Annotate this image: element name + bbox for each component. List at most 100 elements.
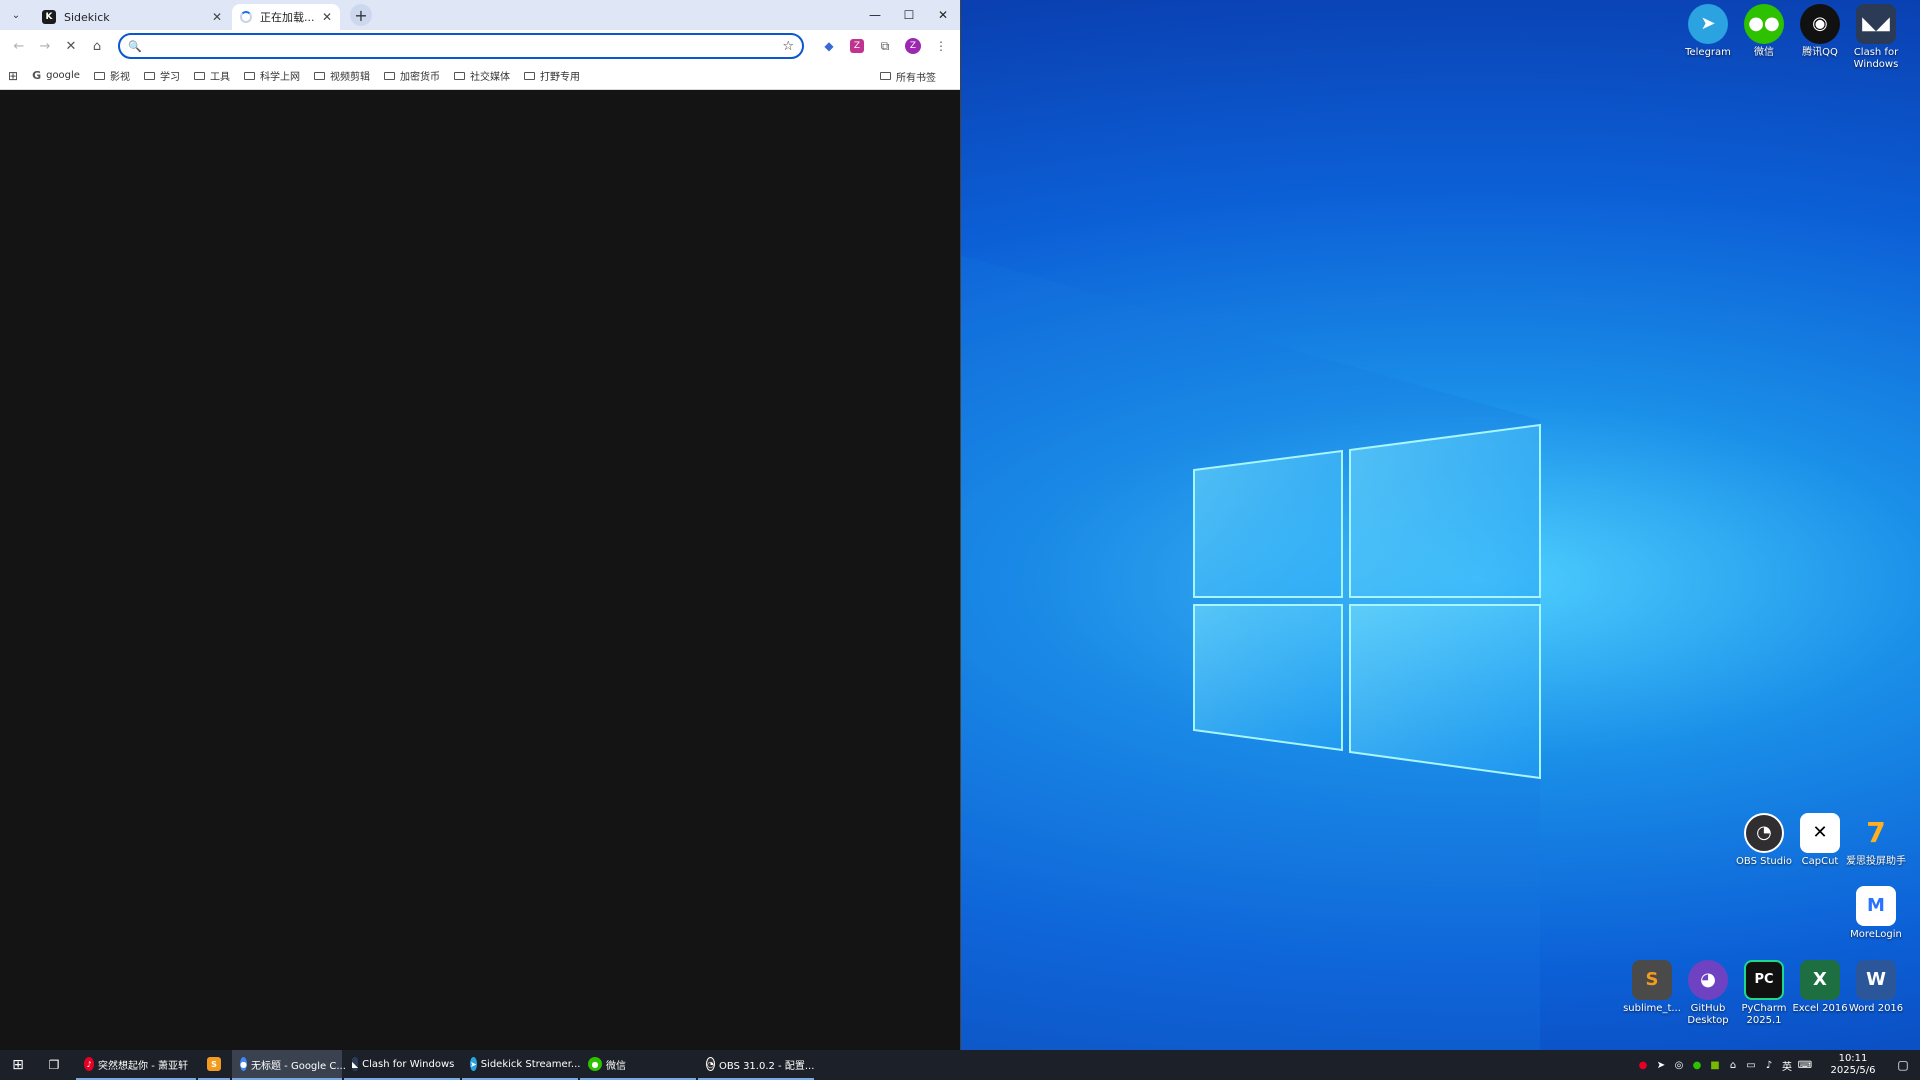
desktop-icon-label: Clash for Windows [1853, 47, 1899, 70]
tab-search-button[interactable]: ⌄ [4, 3, 28, 27]
sublime-icon: S [207, 1057, 221, 1071]
obs-icon: ◔ [706, 1057, 715, 1071]
nvidia-tray-icon[interactable]: ■ [1706, 1060, 1724, 1071]
netease-music-icon: ♪ [84, 1057, 95, 1071]
usb-tray-icon[interactable]: ⌂ [1724, 1060, 1742, 1071]
desktop-icon-label: 微信 [1754, 47, 1774, 58]
bookmark-label: 打野专用 [539, 72, 580, 83]
taskbar-app-netease-music[interactable]: ♪ 突然想起你 - 萧亚轩 [76, 1050, 196, 1080]
stop-loading-button[interactable]: ✕ [58, 33, 84, 59]
clash-icon: ◣ [352, 1057, 359, 1071]
taskbar-app-label: Sidekick Streamer... [480, 1058, 581, 1070]
extensions-menu-button[interactable]: ⧉ [872, 33, 898, 59]
wechat-icon: ● [588, 1057, 602, 1071]
telegram-tray-icon[interactable]: ➤ [1652, 1060, 1670, 1071]
sublime-icon: S [1632, 960, 1672, 1000]
tab-close-icon[interactable]: ✕ [322, 10, 332, 24]
page-viewport[interactable] [0, 90, 960, 1050]
kebab-menu-icon: ⋮ [935, 39, 947, 53]
back-button[interactable]: ← [6, 33, 32, 59]
desktop-icon-label: MoreLogin [1850, 929, 1902, 940]
desktop-icon-label: GitHub Desktop [1687, 1003, 1729, 1026]
tab-title: Sidekick [64, 10, 110, 24]
aisi-icon: 7 [1866, 816, 1886, 849]
desktop-icon-morelogin[interactable]: M MoreLogin [1840, 886, 1912, 941]
maximize-button[interactable]: ☐ [892, 0, 926, 30]
bookmark-folder[interactable]: 视频剪辑 [313, 68, 370, 83]
tab-close-icon[interactable]: ✕ [212, 10, 222, 24]
minimize-button[interactable]: — [858, 0, 892, 30]
bookmark-label: 所有书签 [896, 72, 936, 84]
close-window-button[interactable]: ✕ [926, 0, 960, 30]
address-input[interactable] [149, 36, 783, 56]
desktop-icon-word[interactable]: W Word 2016 [1840, 960, 1912, 1015]
apps-grid-icon[interactable]: ⊞ [8, 69, 18, 83]
extension-button[interactable]: Z [844, 33, 870, 59]
profile-button[interactable]: Z [900, 33, 926, 59]
chrome-tray-icon[interactable]: ◎ [1670, 1060, 1688, 1071]
bookmark-google[interactable]: G google [32, 69, 80, 82]
notification-icon[interactable]: ▢ [1886, 1058, 1920, 1072]
address-bar[interactable]: 🔍 ☆ [118, 33, 804, 59]
browser-toolbar: ← → ✕ ⌂ 🔍 ☆ ◆ Z ⧉ Z ⋮ [0, 30, 960, 62]
new-tab-button[interactable]: + [350, 4, 372, 26]
bookmark-label: 社交媒体 [469, 72, 510, 83]
tab-loading[interactable]: 正在加载... ✕ [232, 4, 340, 30]
taskbar-app-chrome[interactable]: ● 无标题 - Google C... [232, 1050, 346, 1080]
clock-date: 2025/5/6 [1830, 1065, 1876, 1076]
task-view-button[interactable]: ❐ [36, 1050, 72, 1080]
task-view-icon: ❐ [48, 1058, 60, 1072]
desktop-icon-aisi[interactable]: 7 爱思投屏助手 [1840, 813, 1912, 868]
network-icon[interactable]: ▭ [1742, 1060, 1760, 1071]
clock-time: 10:11 [1838, 1053, 1868, 1064]
taskbar-app-clash[interactable]: ◣ Clash for Windows [344, 1050, 460, 1080]
start-button[interactable]: ⊞ [0, 1050, 36, 1080]
taskbar-app-label: OBS 31.0.2 - 配置... [718, 1060, 815, 1072]
taskbar-app-wechat[interactable]: ● 微信 [580, 1050, 696, 1080]
keyboard-icon[interactable]: ⌨ [1796, 1060, 1814, 1071]
taskbar-app-sidekick-streamer[interactable]: ➤ Sidekick Streamer... [462, 1050, 581, 1080]
bookmark-folder[interactable]: 加密货币 [383, 68, 440, 83]
taskbar-app-label: 突然想起你 - 萧亚轩 [98, 1060, 188, 1072]
home-button[interactable]: ⌂ [84, 33, 110, 59]
bookmark-folder[interactable]: 社交媒体 [453, 68, 510, 83]
folder-icon [453, 71, 465, 80]
chrome-menu-button[interactable]: ⋮ [928, 33, 954, 59]
ime-indicator[interactable]: 英 [1778, 1058, 1796, 1073]
clash-icon: ◣◢ [1856, 4, 1896, 44]
folder-icon [143, 71, 155, 80]
loading-spinner-icon [240, 11, 252, 23]
bookmark-folder[interactable]: 科学上网 [243, 68, 300, 83]
desktop-icon-clash[interactable]: ◣◢ Clash for Windows [1840, 4, 1912, 71]
all-bookmarks-button[interactable]: 所有书签 [880, 62, 936, 90]
volume-icon[interactable]: ♪ [1760, 1060, 1778, 1071]
sidekick-favicon-icon: K [42, 10, 56, 24]
tab-sidekick[interactable]: K Sidekick ✕ [34, 4, 230, 30]
forward-button[interactable]: → [32, 33, 58, 59]
netease-music-tray-icon[interactable]: ● [1634, 1060, 1652, 1071]
wechat-tray-icon[interactable]: ● [1688, 1060, 1706, 1071]
home-icon: ⌂ [92, 38, 102, 54]
taskbar-app-obs[interactable]: ◔ OBS 31.0.2 - 配置... [698, 1050, 814, 1080]
desktop-icon-label: 腾讯QQ [1802, 47, 1838, 58]
telegram-icon: ➤ [470, 1057, 477, 1071]
bookmark-folder[interactable]: 影视 [93, 68, 130, 83]
capcut-icon: ✕ [1800, 813, 1840, 853]
word-icon: W [1856, 960, 1896, 1000]
arrow-left-icon: ← [13, 38, 25, 54]
folder-icon [880, 72, 891, 80]
system-clock[interactable]: 10:11 2025/5/6 [1820, 1053, 1886, 1077]
bookmark-folder[interactable]: 打野专用 [523, 68, 580, 83]
taskbar-app-sublime[interactable]: S [198, 1050, 230, 1080]
desktop-icon-label: 爱思投屏助手 [1846, 856, 1906, 867]
folder-icon [243, 71, 255, 80]
bookmark-folder[interactable]: 工具 [193, 68, 230, 83]
search-icon: 🔍 [128, 39, 142, 53]
taskbar: ⊞ ❐ ♪ 突然想起你 - 萧亚轩 S ● 无标题 - Google C... … [0, 1050, 1920, 1080]
avatar: Z [905, 38, 921, 54]
bookmark-label: 影视 [109, 72, 130, 83]
bookmark-star-icon[interactable]: ☆ [782, 39, 794, 54]
bookmark-folder[interactable]: 学习 [143, 68, 180, 83]
close-icon: ✕ [65, 38, 77, 54]
extension-button[interactable]: ◆ [816, 33, 842, 59]
